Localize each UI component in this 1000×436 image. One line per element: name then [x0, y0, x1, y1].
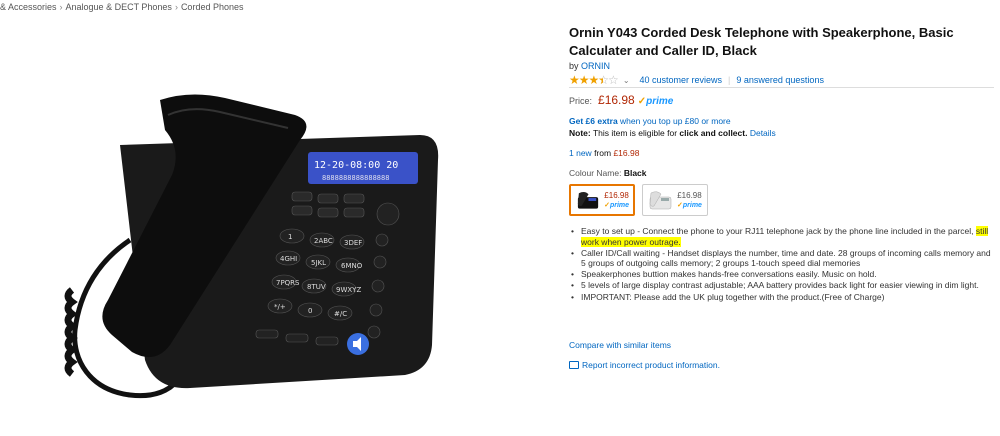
colour-name-label: Colour Name: — [569, 168, 622, 178]
new-from-price: £16.98 — [613, 148, 640, 158]
divider — [569, 87, 994, 88]
prime-label: prime — [646, 96, 674, 107]
bullet-item: Easy to set up - Connect the phone to yo… — [569, 226, 994, 247]
svg-text:3DEF: 3DEF — [344, 239, 362, 247]
comment-icon — [569, 361, 579, 369]
prime-badge[interactable]: ✓prime — [638, 96, 674, 107]
swatch-price: £16.98 — [677, 191, 702, 200]
breadcrumb-separator: › — [174, 2, 178, 12]
svg-text:7PQRS: 7PQRS — [276, 279, 300, 287]
bullet-item: IMPORTANT: Please add the UK plug togeth… — [569, 292, 994, 303]
feature-bullets: Easy to set up - Connect the phone to yo… — [569, 226, 994, 303]
breadcrumb-item-corded-phones[interactable]: Corded Phones — [181, 2, 244, 12]
promo-text: when you top up £80 or more — [620, 116, 731, 126]
svg-text:9WXYZ: 9WXYZ — [336, 286, 361, 294]
swatch-prime: ✓prime — [677, 202, 702, 209]
report-link-text: Report incorrect product information. — [582, 360, 720, 370]
svg-text:6MNO: 6MNO — [341, 262, 363, 270]
breadcrumb: & Accessories › Analogue & DECT Phones › Cor… — [0, 2, 243, 12]
customer-reviews-link[interactable]: 40 customer reviews — [640, 75, 723, 85]
price-value: £16.98 — [598, 93, 635, 107]
bullet-item: 5 levels of large display contrast adjus… — [569, 280, 994, 291]
swatch-prime: ✓prime — [604, 202, 629, 209]
bullet-text: Easy to set up - Connect the phone to yo… — [581, 226, 974, 236]
svg-text:#/C: #/C — [334, 310, 347, 318]
product-title: Ornin Y043 Corded Desk Telephone with Sp… — [569, 25, 954, 58]
note-bold: click and collect. — [679, 128, 748, 138]
new-offers: 1 new from £16.98 — [569, 148, 639, 158]
from-label: from — [594, 148, 612, 158]
svg-text:0: 0 — [308, 307, 312, 315]
brand-link[interactable]: ORNIN — [581, 61, 610, 71]
answered-questions-link[interactable]: 9 answered questions — [736, 75, 824, 85]
swatch-white[interactable]: £16.98 ✓prime — [642, 184, 708, 216]
product-image[interactable]: 12-20-08:00 20 8888888888888888 1 2ABC 3DE… — [60, 90, 440, 420]
svg-text:4GHI: 4GHI — [280, 255, 297, 263]
compare-similar-link[interactable]: Compare with similar items — [569, 340, 671, 350]
price-row: Price: £16.98 ✓prime — [569, 93, 673, 107]
chevron-down-icon[interactable]: ⌄ — [623, 76, 630, 85]
check-icon: ✓ — [637, 96, 647, 107]
report-link[interactable]: Report incorrect product information. — [569, 360, 720, 370]
note-label: Note: — [569, 128, 591, 138]
svg-text:5JKL: 5JKL — [311, 259, 326, 267]
collect-note: Note: This item is eligible for click an… — [569, 128, 776, 138]
phone-thumbnail-black — [577, 192, 599, 209]
divider: | — [728, 75, 731, 85]
svg-text:*/+: */+ — [274, 303, 286, 311]
bullet-item: Caller ID/Call waiting - Handset display… — [569, 248, 994, 269]
note-text: This item is eligible for — [592, 128, 678, 138]
promo-bold: Get £6 extra — [569, 116, 618, 126]
promo-link[interactable]: Get £6 extra when you top up £80 or more — [569, 116, 731, 126]
breadcrumb-item-accessories[interactable]: & Accessories — [0, 2, 57, 12]
new-offers-link[interactable]: 1 new — [569, 148, 592, 158]
svg-text:2ABC: 2ABC — [314, 237, 333, 245]
breadcrumb-item-analogue-dect[interactable]: Analogue & DECT Phones — [66, 2, 172, 12]
lcd-line-1: 12-20-08:00 20 — [314, 160, 398, 171]
lcd-line-2: 8888888888888888 — [322, 174, 389, 182]
svg-text:1: 1 — [288, 233, 292, 241]
colour-name-value: Black — [623, 168, 647, 178]
by-label: by — [569, 61, 579, 71]
byline: by ORNIN — [569, 61, 610, 71]
bullet-item: Speakerphones buttion makes hands-free c… — [569, 269, 994, 280]
breadcrumb-separator: › — [59, 2, 63, 12]
details-link[interactable]: Details — [750, 128, 776, 138]
swatch-price: £16.98 — [604, 191, 629, 200]
swatch-black[interactable]: £16.98 ✓prime — [569, 184, 635, 216]
rating-row: ★★★☆★☆ ⌄ 40 customer reviews | 9 answere… — [569, 73, 824, 87]
star-rating-icon[interactable]: ★★★☆★☆ — [569, 73, 619, 87]
price-label: Price: — [569, 96, 593, 106]
colour-name-row: Colour Name: Black — [569, 168, 647, 178]
svg-text:8TUV: 8TUV — [307, 283, 326, 291]
phone-thumbnail-white — [649, 191, 672, 210]
